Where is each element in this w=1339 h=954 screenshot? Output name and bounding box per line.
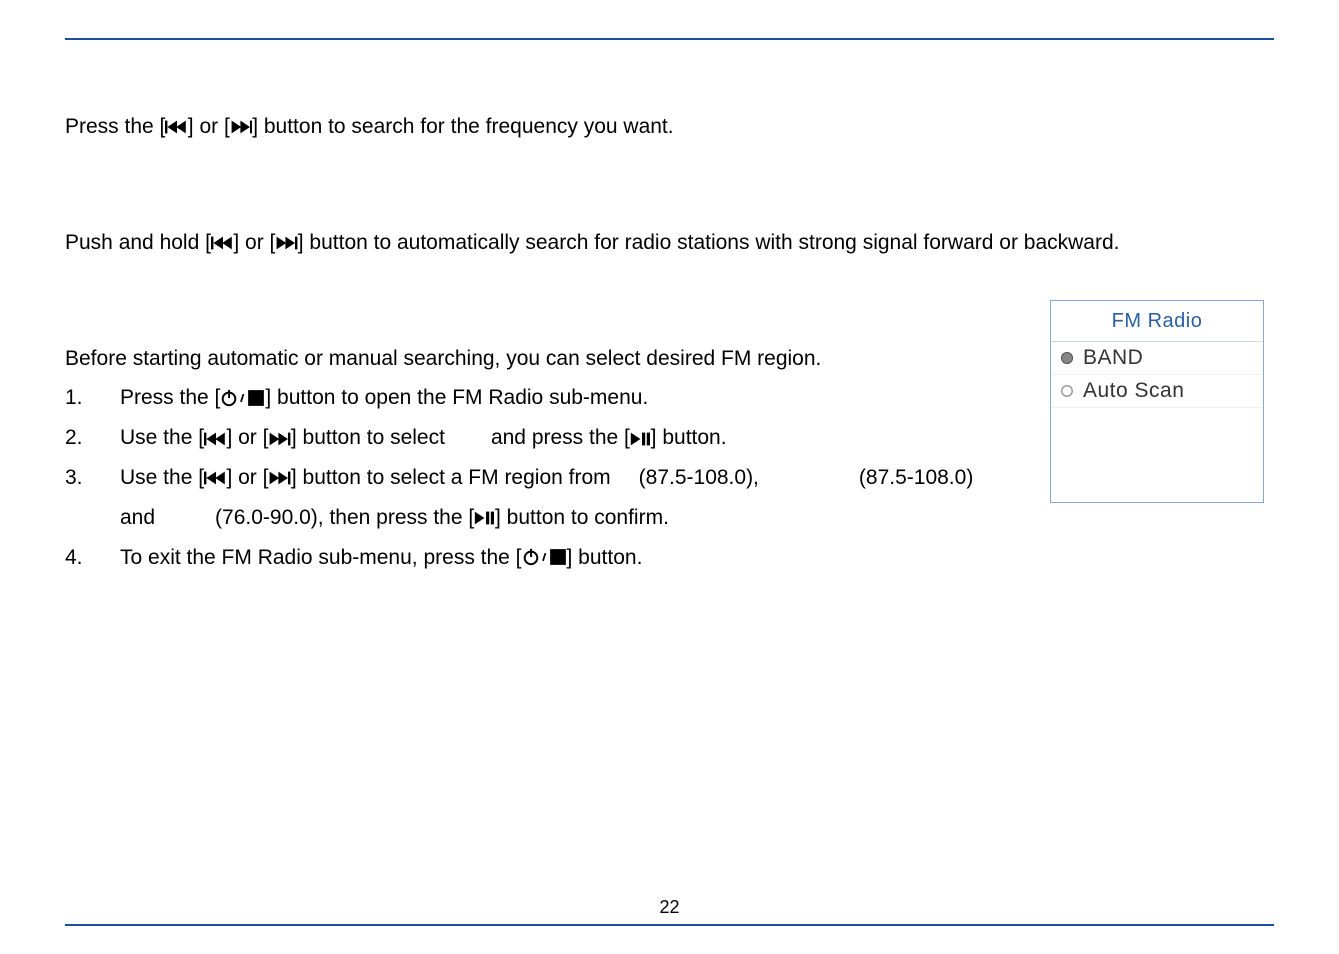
text-frag: ] button to confirm. [495, 499, 669, 537]
next-track-icon [268, 459, 290, 497]
menu-item-label: Auto Scan [1083, 379, 1184, 403]
paragraph-auto-search: Push and hold [ ] or [ ] button to autom… [65, 224, 1275, 262]
menu-item-autoscan: Auto Scan [1051, 375, 1263, 408]
document-page: Press the [ ] or [ ] button to search fo… [0, 0, 1339, 954]
text-frag: ] or [ [226, 419, 268, 457]
text-frag: ] or [ [226, 459, 268, 497]
previous-track-icon [211, 224, 233, 262]
text-frag: Use the [ [120, 459, 204, 497]
next-track-icon [275, 224, 297, 262]
text-frag: Before starting automatic or manual sear… [65, 340, 821, 378]
power-stop-icon [522, 548, 567, 566]
step-3-line2: and (76.0-90.0), then press the [ ] butt… [65, 499, 1275, 537]
text-frag: Press the [ [120, 379, 220, 417]
next-track-icon [268, 419, 290, 457]
radio-unselected-icon [1061, 385, 1073, 397]
step-4: 4. To exit the FM Radio sub-menu, press … [65, 539, 1275, 577]
menu-item-label: BAND [1083, 346, 1143, 370]
menu-title: FM Radio [1051, 301, 1263, 342]
page-number: 22 [0, 897, 1339, 918]
text-frag: ] button. [567, 539, 643, 577]
text-frag: ] or [ [188, 108, 230, 146]
radio-selected-icon [1061, 352, 1073, 364]
top-divider [65, 38, 1274, 40]
play-pause-icon [630, 419, 651, 457]
next-track-icon [230, 108, 252, 146]
step-number: 2. [65, 419, 120, 457]
play-pause-icon [474, 499, 495, 537]
text-frag: and [120, 499, 155, 537]
text-frag: Push and hold [ [65, 224, 211, 262]
bottom-divider [65, 924, 1274, 926]
text-frag: ] button to select [291, 419, 445, 457]
text-frag: ] button to select a FM region from [291, 459, 611, 497]
menu-item-band: BAND [1051, 342, 1263, 375]
text-frag: (76.0-90.0), then press the [ [215, 499, 474, 537]
text-frag: Use the [ [120, 419, 204, 457]
text-frag: To exit the FM Radio sub-menu, press the… [120, 539, 522, 577]
text-frag: ] or [ [233, 224, 275, 262]
text-frag: (87.5-108.0) [859, 459, 973, 497]
fm-radio-menu-illustration: FM Radio BAND Auto Scan [1050, 300, 1264, 503]
text-frag: ] button to open the FM Radio sub-menu. [265, 379, 648, 417]
step-number: 1. [65, 379, 120, 417]
paragraph-manual-search: Press the [ ] or [ ] button to search fo… [65, 108, 1275, 146]
text-frag: ] button. [651, 419, 727, 457]
text-frag: Press the [ [65, 108, 165, 146]
step-number: 4. [65, 539, 120, 577]
previous-track-icon [165, 108, 187, 146]
text-frag: (87.5-108.0), [639, 459, 759, 497]
power-stop-icon [220, 389, 265, 407]
text-frag: ] button to automatically search for rad… [298, 224, 1120, 262]
text-frag: ] button to search for the frequency you… [252, 108, 673, 146]
previous-track-icon [204, 459, 226, 497]
text-frag: and press the [ [491, 419, 630, 457]
step-number: 3. [65, 459, 120, 497]
previous-track-icon [204, 419, 226, 457]
